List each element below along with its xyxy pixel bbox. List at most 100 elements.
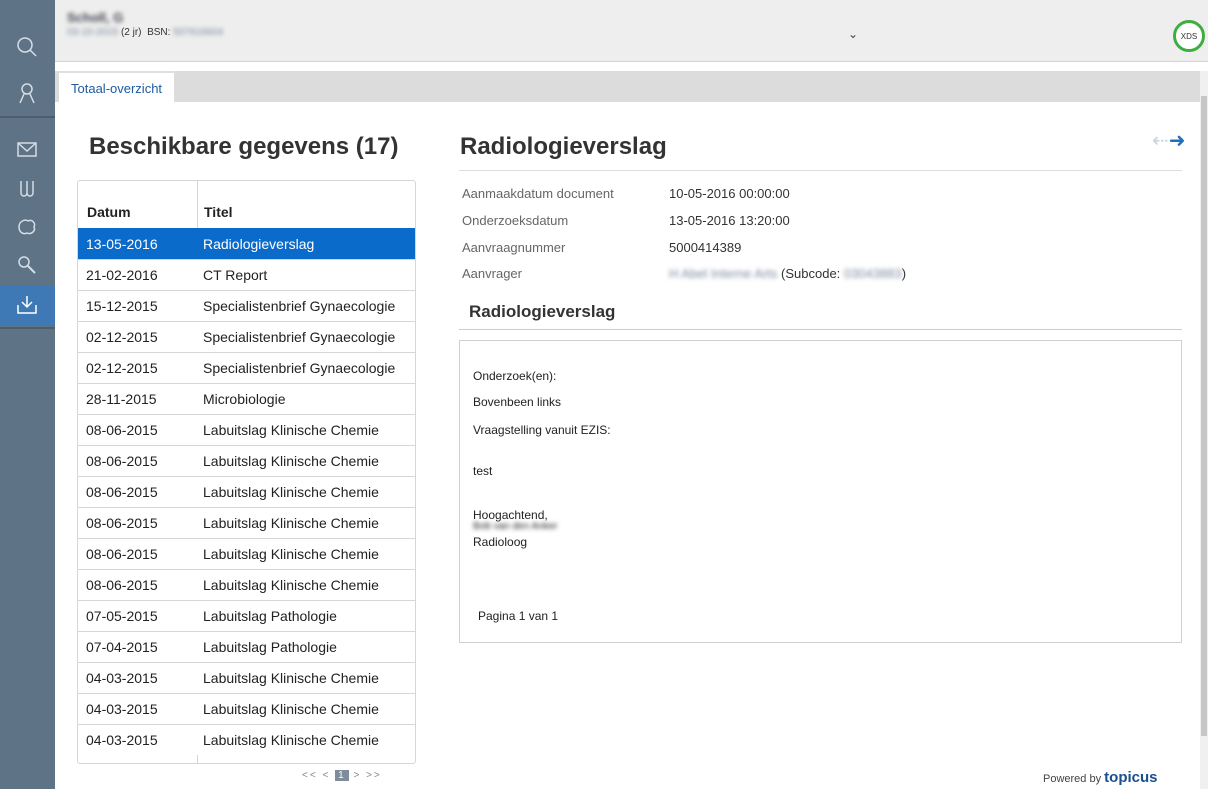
list-title: Beschikbare gegevens (17) [89, 133, 399, 160]
lab-icon[interactable] [14, 176, 40, 202]
pager-last[interactable]: >> [366, 770, 382, 781]
table-row[interactable]: 07-04-2015 Labuitslag Pathologie [78, 631, 415, 662]
pager-current[interactable]: 1 [335, 770, 349, 781]
scrollbar-thumb[interactable] [1201, 96, 1207, 736]
report-line: Onderzoek(en): [473, 369, 557, 383]
patient-name: Scholl, G [67, 10, 124, 25]
field-label: Aanmaakdatum document [462, 186, 614, 201]
table-row[interactable]: 04-03-2015 Labuitslag Klinische Chemie [78, 693, 415, 724]
arrow-left-icon[interactable]: ⇠ [1152, 130, 1169, 152]
inbox-download-icon[interactable] [14, 292, 40, 318]
field-value-requester: H Abel Interne Arts (Subcode: 03043883) [669, 266, 906, 281]
row-title: Labuitslag Klinische Chemie [203, 453, 379, 469]
tab-strip: Totaal-overzicht [55, 71, 1201, 102]
report-line: Vraagstelling vanuit EZIS: [473, 423, 611, 437]
table-row[interactable]: 07-05-2015 Labuitslag Pathologie [78, 600, 415, 631]
row-date: 08-06-2015 [86, 453, 158, 469]
report-line: test [473, 464, 493, 478]
row-date: 15-12-2015 [86, 298, 158, 314]
pager-next[interactable]: > [353, 770, 361, 781]
sidebar-divider [0, 116, 55, 118]
header-titel[interactable]: Titel [204, 204, 233, 220]
left-sidebar [0, 0, 55, 789]
table-row[interactable]: 04-03-2015 Labuitslag Klinische Chemie [78, 724, 415, 755]
title-divider [459, 170, 1182, 171]
row-title: Labuitslag Klinische Chemie [203, 484, 379, 500]
pagination: << < 1 > >> [302, 770, 382, 781]
table-row[interactable]: 28-11-2015 Microbiologie [78, 383, 415, 414]
topicus-logo: topicus [1104, 769, 1158, 786]
brain-icon[interactable] [14, 214, 40, 240]
patient-icon[interactable] [14, 80, 40, 106]
table-row[interactable]: 08-06-2015 Labuitslag Klinische Chemie [78, 507, 415, 538]
key-search-icon[interactable] [14, 252, 40, 278]
table-row[interactable]: 13-05-2016 Radiologieverslag [78, 228, 415, 259]
pager-first[interactable]: << [302, 770, 318, 781]
tab-totaal-overzicht[interactable]: Totaal-overzicht [59, 71, 175, 102]
row-title: Labuitslag Klinische Chemie [203, 732, 379, 748]
row-title: Specialistenbrief Gynaecologie [203, 329, 396, 345]
header-datum[interactable]: Datum [87, 204, 131, 220]
detail-title: Radiologieverslag [460, 133, 667, 160]
xds-status-badge[interactable]: XDS [1173, 20, 1205, 52]
chevron-down-icon[interactable]: ⌄ [848, 27, 858, 41]
report-line: Radioloog [473, 535, 528, 549]
table-header: Datum Titel [78, 181, 415, 228]
table-row[interactable]: 02-12-2015 Specialistenbrief Gynaecologie [78, 321, 415, 352]
row-title: Labuitslag Klinische Chemie [203, 670, 379, 686]
field-value: 10-05-2016 00:00:00 [669, 186, 790, 201]
patient-details: 03-10-2015 (2 jr) BSN: 507616604 [67, 27, 223, 38]
patient-age: (2 jr) [120, 27, 142, 38]
table-row[interactable]: 08-06-2015 Labuitslag Klinische Chemie [78, 569, 415, 600]
row-date: 08-06-2015 [86, 577, 158, 593]
table-row[interactable]: 02-12-2015 Specialistenbrief Gynaecologie [78, 352, 415, 383]
row-title: Labuitslag Pathologie [203, 639, 337, 655]
table-row[interactable]: 15-12-2015 Specialistenbrief Gynaecologie [78, 290, 415, 321]
field-value: 5000414389 [669, 240, 742, 255]
subcode-close: ) [901, 266, 907, 281]
table-row[interactable]: 04-03-2015 Labuitslag Klinische Chemie [78, 662, 415, 693]
field-label: Onderzoeksdatum [462, 213, 569, 228]
arrow-right-icon[interactable]: ➜ [1169, 130, 1186, 152]
powered-prefix: Powered by [1043, 773, 1102, 785]
row-date: 08-06-2015 [86, 546, 158, 562]
row-date: 02-12-2015 [86, 329, 158, 345]
row-title: Specialistenbrief Gynaecologie [203, 298, 396, 314]
row-date: 07-05-2015 [86, 608, 158, 624]
sidebar-divider [0, 327, 55, 329]
table-row[interactable]: 08-06-2015 Labuitslag Klinische Chemie [78, 538, 415, 569]
bsn-label: BSN: [147, 27, 171, 38]
row-date: 13-05-2016 [86, 236, 158, 252]
table-row[interactable]: 08-06-2015 Labuitslag Klinische Chemie [78, 476, 415, 507]
row-date: 04-03-2015 [86, 701, 158, 717]
table-row[interactable]: 21-02-2016 CT Report [78, 259, 415, 290]
row-date: 02-12-2015 [86, 360, 158, 376]
row-title: Labuitslag Klinische Chemie [203, 546, 379, 562]
subcode-value: 03043883 [843, 266, 902, 281]
report-page-number: Pagina 1 van 1 [478, 609, 559, 623]
row-date: 04-03-2015 [86, 670, 158, 686]
documents-table: Datum Titel 13-05-2016 Radiologieverslag 2… [77, 180, 416, 764]
row-title: CT Report [203, 267, 268, 283]
row-title: Labuitslag Klinische Chemie [203, 577, 379, 593]
row-date: 08-06-2015 [86, 422, 158, 438]
table-row[interactable]: 08-06-2015 Labuitslag Klinische Chemie [78, 414, 415, 445]
mail-icon[interactable] [14, 136, 40, 162]
requester-name: H Abel Interne Arts [669, 266, 778, 281]
row-title: Specialistenbrief Gynaecologie [203, 360, 396, 376]
report-signatory: Bob van den Anker [473, 521, 558, 532]
pager-prev[interactable]: < [322, 770, 330, 781]
section-divider [459, 329, 1182, 330]
field-value: 13-05-2016 13:20:00 [669, 213, 790, 228]
row-date: 28-11-2015 [86, 391, 157, 407]
row-date: 07-04-2015 [86, 639, 158, 655]
search-icon[interactable] [14, 34, 40, 60]
patient-header[interactable]: Scholl, G 03-10-2015 (2 jr) BSN: 5076166… [55, 0, 1208, 62]
record-navigation: ⇠➜ [1152, 128, 1186, 153]
patient-dob: 03-10-2015 [67, 27, 119, 38]
table-row[interactable]: 08-06-2015 Labuitslag Klinische Chemie [78, 445, 415, 476]
row-date: 21-02-2016 [86, 267, 158, 283]
subcode-label: (Subcode: [781, 266, 841, 281]
section-title: Radiologieverslag [469, 302, 616, 321]
row-title: Microbiologie [203, 391, 286, 407]
